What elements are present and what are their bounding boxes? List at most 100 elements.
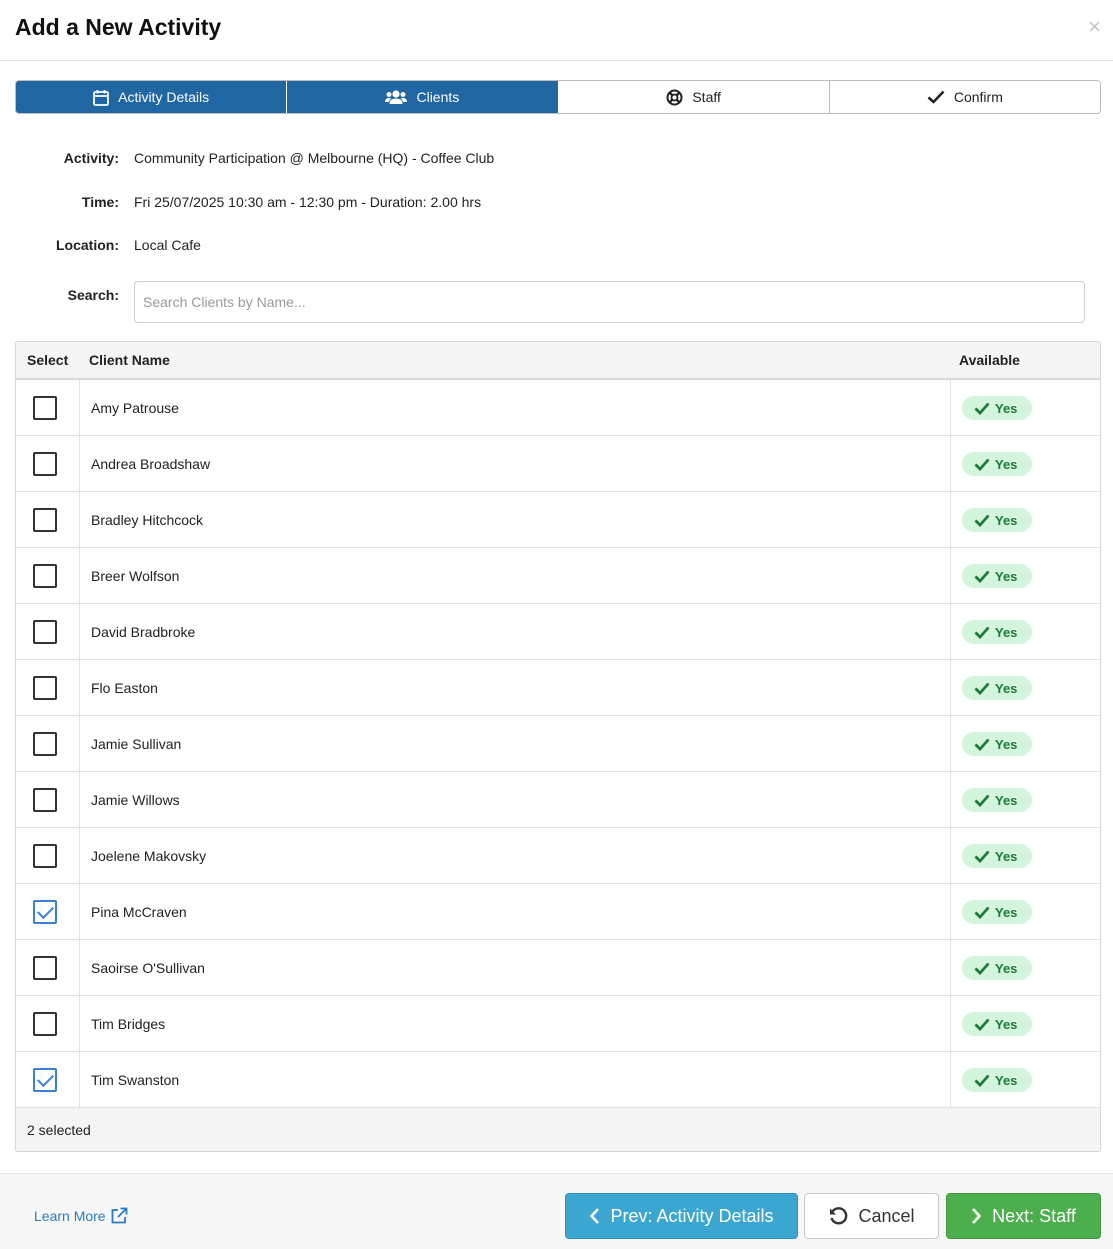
client-name-cell: Tim Swanston <box>80 1052 951 1107</box>
select-cell <box>16 828 80 883</box>
select-checkbox[interactable] <box>33 788 57 812</box>
step-confirm[interactable]: Confirm <box>829 81 1100 113</box>
check-icon <box>974 1074 990 1087</box>
check-icon <box>974 402 990 415</box>
search-label: Search: <box>67 287 119 303</box>
select-cell <box>16 772 80 827</box>
client-name: Pina McCraven <box>91 904 187 920</box>
select-checkbox[interactable] <box>33 1068 57 1092</box>
check-icon <box>974 626 990 639</box>
available-text: Yes <box>995 848 1018 864</box>
available-text: Yes <box>995 512 1018 528</box>
select-checkbox[interactable] <box>33 620 57 644</box>
learn-more-label: Learn More <box>34 1208 106 1224</box>
table-row: Pina McCraven Yes <box>16 884 1100 940</box>
available-text: Yes <box>995 792 1018 808</box>
table-row: Breer Wolfson Yes <box>16 548 1100 604</box>
client-name: Breer Wolfson <box>91 568 180 584</box>
step-staff[interactable]: Staff <box>558 81 830 113</box>
available-cell: Yes <box>951 884 1100 939</box>
life-ring-icon <box>666 89 683 105</box>
select-checkbox[interactable] <box>33 1012 57 1036</box>
calendar-icon <box>93 89 110 106</box>
check-icon <box>974 514 990 527</box>
select-checkbox[interactable] <box>33 676 57 700</box>
select-cell <box>16 548 80 603</box>
available-badge: Yes <box>962 900 1032 924</box>
select-checkbox[interactable] <box>33 732 57 756</box>
available-badge: Yes <box>962 1068 1032 1092</box>
client-name: Bradley Hitchcock <box>91 512 204 528</box>
search-input[interactable] <box>134 281 1085 323</box>
step-activity-details[interactable]: Activity Details <box>16 81 288 113</box>
client-name: Andrea Broadshaw <box>91 456 211 472</box>
cancel-button[interactable]: Cancel <box>804 1193 939 1239</box>
available-cell: Yes <box>951 996 1100 1051</box>
step-clients[interactable]: Clients <box>287 81 559 113</box>
table-row: Amy Patrouse Yes <box>16 380 1100 436</box>
client-name: Tim Bridges <box>91 1016 166 1032</box>
select-cell <box>16 884 80 939</box>
client-name-cell: Tim Bridges <box>80 996 951 1051</box>
select-cell <box>16 660 80 715</box>
table-header: Select Client Name Available <box>16 342 1100 380</box>
available-text: Yes <box>995 624 1018 640</box>
table-row: Bradley Hitchcock Yes <box>16 492 1100 548</box>
select-cell <box>16 996 80 1051</box>
available-badge: Yes <box>962 732 1032 756</box>
select-cell <box>16 1052 80 1107</box>
select-checkbox[interactable] <box>33 900 57 924</box>
client-name-cell: Flo Easton <box>80 660 951 715</box>
available-badge: Yes <box>962 844 1032 868</box>
available-text: Yes <box>995 1016 1018 1032</box>
close-icon[interactable]: × <box>1088 16 1101 38</box>
next-button[interactable]: Next: Staff <box>946 1193 1101 1239</box>
wizard-steps: Activity Details Clients Staff Confirm <box>15 80 1101 114</box>
available-cell: Yes <box>951 1052 1100 1107</box>
external-link-icon <box>111 1207 127 1224</box>
learn-more-link[interactable]: Learn More <box>34 1207 128 1225</box>
step-label: Confirm <box>953 89 1003 105</box>
select-checkbox[interactable] <box>33 956 57 980</box>
column-client-name: Client Name <box>89 352 170 368</box>
select-cell <box>16 716 80 771</box>
location-label: Location: <box>56 237 119 253</box>
select-checkbox[interactable] <box>33 564 57 588</box>
step-label: Activity Details <box>118 89 210 105</box>
table-row: Tim Swanston Yes <box>16 1052 1100 1108</box>
client-name-cell: Joelene Makovsky <box>80 828 951 883</box>
check-icon <box>927 90 945 104</box>
time-value: Fri 25/07/2025 10:30 am - 12:30 pm - Dur… <box>134 194 482 210</box>
client-name: Saoirse O'Sullivan <box>91 960 205 976</box>
available-text: Yes <box>995 456 1018 472</box>
undo-icon <box>830 1207 848 1225</box>
step-label: Staff <box>692 89 721 105</box>
table-footer: 2 selected <box>16 1108 1100 1151</box>
select-checkbox[interactable] <box>33 844 57 868</box>
client-name-cell: Bradley Hitchcock <box>80 492 951 547</box>
select-checkbox[interactable] <box>33 452 57 476</box>
modal-footer: Learn More Prev: Activity Details Cancel… <box>0 1173 1113 1249</box>
select-cell <box>16 492 80 547</box>
select-checkbox[interactable] <box>33 396 57 420</box>
users-icon <box>385 90 408 104</box>
modal-title: Add a New Activity <box>15 14 222 40</box>
available-cell: Yes <box>951 716 1100 771</box>
available-text: Yes <box>995 680 1018 696</box>
check-icon <box>974 794 990 807</box>
table-row: Jamie Sullivan Yes <box>16 716 1100 772</box>
check-icon <box>974 458 990 471</box>
table-row: Flo Easton Yes <box>16 660 1100 716</box>
check-icon <box>974 738 990 751</box>
table-row: Tim Bridges Yes <box>16 996 1100 1052</box>
client-name-cell: Jamie Willows <box>80 772 951 827</box>
available-text: Yes <box>995 400 1018 416</box>
client-name: David Bradbroke <box>91 624 196 640</box>
column-available: Available <box>959 352 1020 368</box>
select-checkbox[interactable] <box>33 508 57 532</box>
prev-button[interactable]: Prev: Activity Details <box>565 1193 798 1239</box>
check-icon <box>974 906 990 919</box>
available-text: Yes <box>995 960 1018 976</box>
check-icon <box>974 850 990 863</box>
client-name-cell: Saoirse O'Sullivan <box>80 940 951 995</box>
